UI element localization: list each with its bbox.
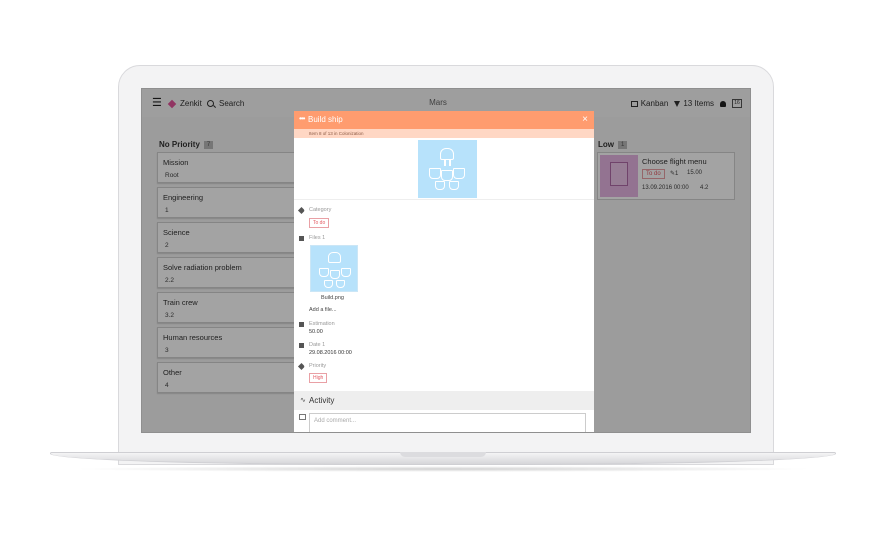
app-screen: ☰ Zenkit Search Mars Kanban 13 Items 16 … bbox=[141, 88, 751, 433]
estimation-label: Estimation bbox=[309, 321, 335, 327]
date-field-label: Date 1 bbox=[299, 342, 325, 348]
files-field-label: Files 1 bbox=[299, 235, 325, 241]
category-label: Category bbox=[309, 207, 332, 213]
cover-image-area bbox=[294, 138, 594, 200]
activity-title: Activity bbox=[309, 396, 335, 405]
priority-tag[interactable]: High bbox=[309, 373, 328, 383]
category-field-label: Category bbox=[297, 206, 332, 214]
file-name[interactable]: Build.png bbox=[321, 295, 344, 301]
category-tag[interactable]: To do bbox=[309, 218, 330, 228]
laptop-shadow bbox=[70, 466, 816, 472]
activity-section-header: ∿ Activity bbox=[294, 391, 594, 410]
modal-title: Build ship bbox=[308, 115, 343, 124]
modal-subtitle: Item 8 of 13 in Colonization bbox=[294, 129, 594, 138]
item-detail-modal: ••• Build ship × Item 8 of 13 in Coloniz… bbox=[294, 111, 594, 432]
date-label: Date 1 bbox=[309, 342, 326, 348]
file-thumbnail[interactable] bbox=[310, 245, 358, 292]
estimation-value[interactable]: 50.00 bbox=[309, 329, 323, 335]
priority-label: Priority bbox=[309, 363, 327, 369]
date-value[interactable]: 29.08.2016 00:00 bbox=[309, 350, 352, 356]
more-options-icon[interactable]: ••• bbox=[299, 115, 305, 123]
comment-icon bbox=[299, 414, 306, 420]
activity-icon: ∿ bbox=[300, 397, 306, 404]
modal-header: ••• Build ship × bbox=[294, 111, 594, 129]
comment-input[interactable]: Add comment... bbox=[309, 413, 586, 432]
files-label: Files 1 bbox=[309, 235, 326, 241]
laptop-notch bbox=[400, 452, 486, 457]
ship-icon bbox=[418, 140, 477, 198]
estimation-field-label: Estimation bbox=[299, 321, 335, 327]
calculator-icon bbox=[299, 321, 304, 327]
tag-icon bbox=[297, 362, 306, 370]
priority-field-label: Priority bbox=[297, 362, 327, 370]
calendar-icon bbox=[299, 342, 304, 348]
tag-icon bbox=[297, 206, 306, 214]
close-icon[interactable]: × bbox=[582, 114, 588, 125]
cover-image[interactable] bbox=[418, 140, 477, 198]
file-icon bbox=[299, 235, 304, 241]
add-file-link[interactable]: Add a file... bbox=[309, 307, 337, 313]
